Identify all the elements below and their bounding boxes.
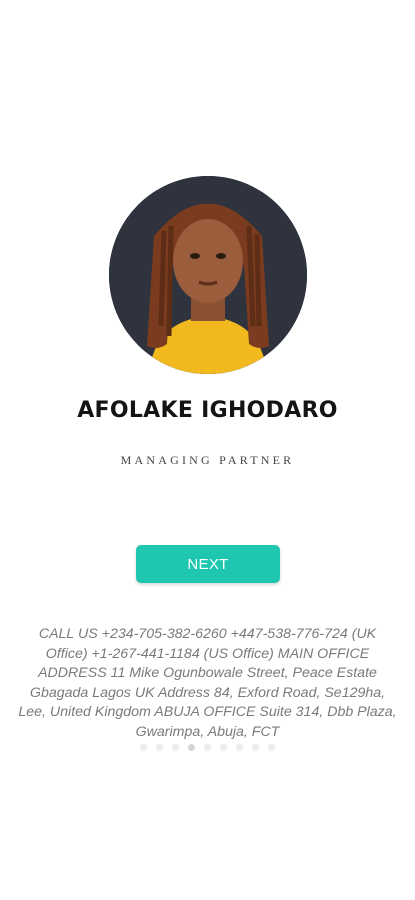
page-dot — [220, 744, 227, 751]
profile-photo-illustration — [109, 176, 307, 374]
page-dot — [268, 744, 275, 751]
page-dot — [252, 744, 259, 751]
page-dot — [140, 744, 147, 751]
person-role: MANAGING PARTNER — [120, 453, 295, 467]
page-dot — [188, 744, 195, 751]
page-dot — [172, 744, 179, 751]
next-button[interactable]: NEXT — [136, 545, 280, 583]
person-name: AFOLAKE IGHODARO — [77, 398, 338, 423]
page-dot — [204, 744, 211, 751]
contact-info: CALL US +234-705-382-6260 +447-538-776-7… — [18, 626, 397, 740]
page-dot — [236, 744, 243, 751]
page-dot — [156, 744, 163, 751]
profile-photo — [109, 176, 307, 374]
page-indicator — [0, 744, 415, 751]
